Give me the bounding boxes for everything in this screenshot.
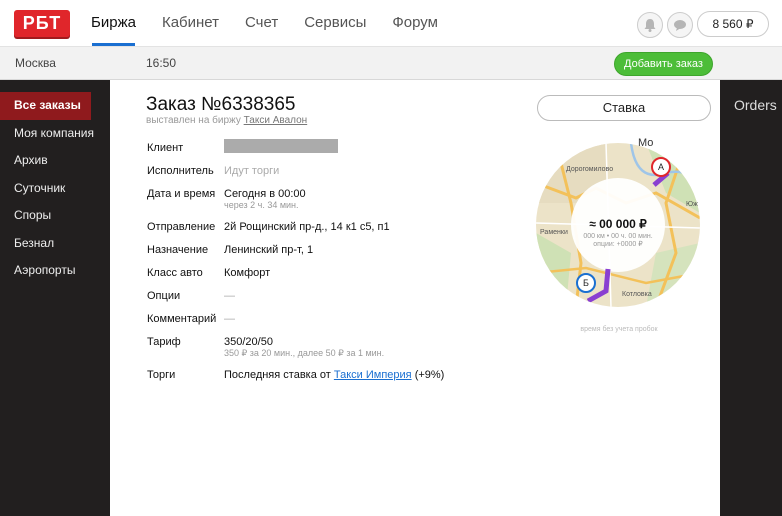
field-label: Исполнитель bbox=[147, 165, 214, 177]
notifications-button[interactable] bbox=[637, 12, 663, 38]
balance-button[interactable]: 8 560 ₽ bbox=[697, 11, 769, 37]
field-value: — bbox=[224, 313, 235, 325]
messages-button[interactable] bbox=[667, 12, 693, 38]
route-map[interactable]: Дорогомилово Раменки Котловка Юж Мо А Б … bbox=[536, 137, 700, 307]
map-label: Юж bbox=[686, 201, 698, 208]
bell-icon bbox=[644, 19, 656, 32]
field-label: Торги bbox=[147, 369, 176, 381]
field-label: Дата и время bbox=[147, 188, 216, 200]
nav-kabinet[interactable]: Кабинет bbox=[149, 0, 232, 46]
map-label: Котловка bbox=[622, 291, 652, 298]
chat-bubble-icon bbox=[674, 20, 686, 31]
order-details-panel: Заказ №6338365 выставлен на биржу Такси … bbox=[110, 80, 720, 516]
bid-button[interactable]: Ставка bbox=[537, 95, 711, 121]
marker-b-icon[interactable]: Б bbox=[576, 273, 596, 293]
sub-bar: Москва 16:50 Добавить заказ bbox=[0, 46, 782, 80]
marker-a-icon[interactable]: А bbox=[651, 157, 671, 177]
sidebar-item-airports[interactable]: Аэропорты bbox=[0, 257, 110, 285]
sidebar-item-daily[interactable]: Суточник bbox=[0, 175, 110, 203]
field-value: 2й Рощинский пр-д., 14 к1 с5, п1 bbox=[224, 221, 390, 233]
auction-suffix: (+9%) bbox=[414, 369, 445, 381]
auction-company-link[interactable]: Такси Империя bbox=[334, 369, 412, 381]
add-order-button[interactable]: Добавить заказ bbox=[614, 52, 713, 76]
field-label: Опции bbox=[147, 290, 181, 302]
orders-panel-label[interactable]: Orders bbox=[734, 97, 777, 113]
field-label: Назначение bbox=[147, 244, 209, 256]
field-label: Комментарий bbox=[147, 313, 217, 325]
sidebar-item-disputes[interactable]: Споры bbox=[0, 202, 110, 230]
route-price: ≈ 00 000 ₽ bbox=[589, 217, 647, 231]
order-subtitle: выставлен на биржу Такси Авалон bbox=[146, 115, 307, 126]
sidebar-item-archive[interactable]: Архив bbox=[0, 147, 110, 175]
map-note: время без учета пробок bbox=[580, 326, 658, 333]
field-value: Идут торги bbox=[224, 165, 280, 177]
current-time: 16:50 bbox=[146, 56, 177, 70]
field-value: Комфорт bbox=[224, 267, 271, 279]
route-summary: ≈ 00 000 ₽ 000 км • 00 ч. 00 мин. опции:… bbox=[571, 217, 665, 248]
city-selector[interactable]: Москва bbox=[15, 56, 56, 70]
field-hint: через 2 ч. 34 мин. bbox=[224, 200, 299, 210]
field-value: Ленинский пр-т, 1 bbox=[224, 244, 314, 256]
top-bar: РБТ Биржа Кабинет Счет Сервисы Форум 8 5… bbox=[0, 0, 782, 46]
field-value: 350/20/50 bbox=[224, 336, 273, 348]
field-value: Сегодня в 00:00 bbox=[224, 188, 306, 200]
order-title: Заказ №6338365 bbox=[146, 94, 296, 115]
nav-schet[interactable]: Счет bbox=[232, 0, 291, 46]
field-label: Тариф bbox=[147, 336, 181, 348]
nav-forum[interactable]: Форум bbox=[379, 0, 451, 46]
map-label: Мо bbox=[638, 137, 654, 149]
sidebar-item-cashless[interactable]: Безнал bbox=[0, 230, 110, 258]
sidebar: Все заказы Моя компания Архив Суточник С… bbox=[0, 80, 110, 516]
sidebar-item-all-orders[interactable]: Все заказы bbox=[0, 92, 91, 120]
auction-prefix: Последняя ставка от bbox=[224, 369, 331, 381]
nav-servisy[interactable]: Сервисы bbox=[291, 0, 379, 46]
field-hint: 350 ₽ за 20 мин., далее 50 ₽ за 1 мин. bbox=[224, 348, 385, 358]
nav-birzha[interactable]: Биржа bbox=[78, 0, 149, 46]
field-label: Клиент bbox=[147, 142, 184, 154]
field-label: Отправление bbox=[147, 221, 216, 233]
map-label: Раменки bbox=[540, 229, 568, 236]
main-nav: Биржа Кабинет Счет Сервисы Форум bbox=[78, 0, 451, 46]
orders-side-panel: Orders bbox=[720, 80, 782, 516]
field-label: Класс авто bbox=[147, 267, 203, 279]
dispatcher-link[interactable]: Такси Авалон bbox=[244, 115, 308, 126]
logo[interactable]: РБТ bbox=[14, 10, 70, 37]
field-value: Последняя ставка от Такси Империя (+9%) bbox=[224, 369, 444, 381]
client-redacted bbox=[224, 139, 338, 153]
map-label: Дорогомилово bbox=[566, 166, 614, 173]
order-subtitle-prefix: выставлен на биржу bbox=[146, 115, 241, 126]
route-options: опции: +0000 ₽ bbox=[593, 241, 643, 248]
field-value: — bbox=[224, 290, 235, 302]
sidebar-item-my-company[interactable]: Моя компания bbox=[0, 120, 110, 148]
route-distance: 000 км • 00 ч. 00 мин. bbox=[583, 233, 653, 240]
